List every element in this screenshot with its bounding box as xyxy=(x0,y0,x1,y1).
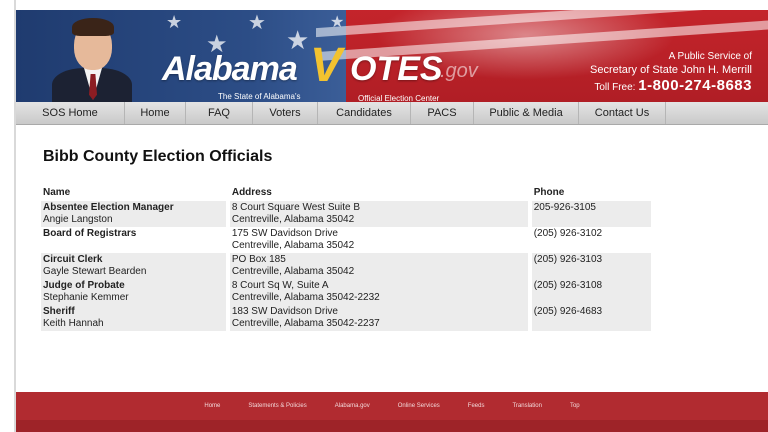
table-row: Absentee Election Manager Angie Langston… xyxy=(41,201,651,227)
name-cell: Board of Registrars xyxy=(41,227,226,253)
nav-faq[interactable]: FAQ xyxy=(186,102,253,124)
page: ★ ★ ★ ★ ★ Alabama V OTES .gov The State … xyxy=(16,0,768,432)
address-line2: Centreville, Alabama 35042 xyxy=(231,240,355,251)
footer-link-home[interactable]: Home xyxy=(204,403,220,409)
phone-cell: (205) 926-3102 xyxy=(533,228,603,239)
name-cell: Sheriff Keith Hannah xyxy=(41,305,226,331)
footer-link-alabama-gov[interactable]: Alabama.gov xyxy=(335,403,370,409)
star-icon: ★ xyxy=(248,10,266,34)
footer-links: Home Statements & Policies Alabama.gov O… xyxy=(16,392,768,420)
address-line2: Centreville, Alabama 35042 xyxy=(231,266,355,277)
toll-free: Toll Free: 1-800-274-8683 xyxy=(590,77,752,97)
nav-candidates[interactable]: Candidates xyxy=(318,102,411,124)
phone-cell: 205-926-3105 xyxy=(531,201,651,227)
table-row: Board of Registrars 175 SW Davidson Driv… xyxy=(41,227,651,253)
nav-home[interactable]: Home xyxy=(125,102,186,124)
office-title: Judge of Probate xyxy=(43,280,125,291)
nav-contact-us[interactable]: Contact Us xyxy=(579,102,666,124)
address-cell: 183 SW Davidson Drive Centreville, Alaba… xyxy=(229,305,528,331)
address-line1: 175 SW Davidson Drive xyxy=(231,228,338,239)
address-line1: 8 Court Square West Suite B xyxy=(231,202,361,213)
logo-tagline-right: Official Election Center xyxy=(358,94,440,102)
toll-free-label: Toll Free: xyxy=(594,82,636,93)
official-name: Gayle Stewart Bearden xyxy=(43,266,147,277)
main-nav: SOS Home Home FAQ Voters Candidates PACS… xyxy=(16,102,768,125)
office-title: Sheriff xyxy=(43,306,75,317)
footer-link-statements-policies[interactable]: Statements & Policies xyxy=(248,403,306,409)
name-cell: Judge of Probate Stephanie Kemmer xyxy=(41,279,226,305)
address-line1: PO Box 185 xyxy=(231,254,286,265)
column-header-phone: Phone xyxy=(533,186,565,198)
nav-voters[interactable]: Voters xyxy=(253,102,318,124)
name-cell: Absentee Election Manager Angie Langston xyxy=(41,201,226,227)
star-icon: ★ xyxy=(330,12,345,31)
column-header-address: Address xyxy=(231,186,272,198)
address-line1: 183 SW Davidson Drive xyxy=(231,306,338,317)
phone-cell: (205) 926-3103 xyxy=(531,253,651,279)
address-cell: PO Box 185 Centreville, Alabama 35042 xyxy=(229,253,528,279)
logo-v-checkmark: V xyxy=(310,39,343,92)
column-header-name: Name xyxy=(43,186,71,198)
footer-link-feeds[interactable]: Feeds xyxy=(468,403,485,409)
office-title: Board of Registrars xyxy=(43,228,137,239)
phone-cell: (205) 926-3108 xyxy=(531,279,651,305)
public-service-line1: A Public Service of xyxy=(668,51,752,62)
site-banner: ★ ★ ★ ★ ★ Alabama V OTES .gov The State … xyxy=(16,10,768,102)
footer-bottom-strip xyxy=(16,420,768,432)
officials-table: Name Address Phone Absentee Election Man… xyxy=(41,185,651,331)
page-title: Bibb County Election Officials xyxy=(43,148,273,165)
office-title: Absentee Election Manager xyxy=(43,202,174,213)
public-service-line2: Secretary of State John H. Merrill xyxy=(589,64,752,76)
footer-link-translation[interactable]: Translation xyxy=(512,403,541,409)
nav-pacs[interactable]: PACS xyxy=(411,102,474,124)
address-line2: Centreville, Alabama 35042-2232 xyxy=(231,292,380,303)
table-row: Sheriff Keith Hannah 183 SW Davidson Dri… xyxy=(41,305,651,331)
office-title: Circuit Clerk xyxy=(43,254,103,265)
address-cell: 8 Court Sq W, Suite A Centreville, Alaba… xyxy=(229,279,528,305)
nav-public-media[interactable]: Public & Media xyxy=(474,102,579,124)
official-name: Keith Hannah xyxy=(43,318,104,329)
phone-cell: (205) 926-4683 xyxy=(531,305,651,331)
footer-link-online-services[interactable]: Online Services xyxy=(398,403,440,409)
nav-filler xyxy=(666,102,768,124)
table-row: Judge of Probate Stephanie Kemmer 8 Cour… xyxy=(41,279,651,305)
star-icon: ★ xyxy=(166,12,183,33)
secretary-portrait xyxy=(46,18,138,102)
logo-tagline-left: The State of Alabama's xyxy=(218,92,301,101)
address-cell: 175 SW Davidson Drive Centreville, Alaba… xyxy=(230,227,528,253)
official-name: Angie Langston xyxy=(43,214,113,225)
logo-votes: OTES xyxy=(350,50,443,88)
site-footer: Home Statements & Policies Alabama.gov O… xyxy=(16,392,768,432)
address-line2: Centreville, Alabama 35042 xyxy=(231,214,355,225)
address-line2: Centreville, Alabama 35042-2237 xyxy=(231,318,380,329)
table-row: Circuit Clerk Gayle Stewart Bearden PO B… xyxy=(41,253,651,279)
address-cell: 8 Court Square West Suite B Centreville,… xyxy=(229,201,528,227)
name-cell: Circuit Clerk Gayle Stewart Bearden xyxy=(41,253,226,279)
footer-link-top[interactable]: Top xyxy=(570,403,580,409)
left-margin xyxy=(0,0,16,432)
portrait-hair xyxy=(72,18,114,36)
logo-gov: .gov xyxy=(440,60,478,82)
official-name: Stephanie Kemmer xyxy=(43,292,129,303)
nav-sos-home[interactable]: SOS Home xyxy=(16,102,125,124)
table-header-row: Name Address Phone xyxy=(41,185,651,201)
toll-free-number[interactable]: 1-800-274-8683 xyxy=(638,77,752,94)
address-line1: 8 Court Sq W, Suite A xyxy=(231,280,329,291)
logo-alabama: Alabama xyxy=(162,50,298,88)
public-service-notice: A Public Service of Secretary of State J… xyxy=(590,50,752,97)
